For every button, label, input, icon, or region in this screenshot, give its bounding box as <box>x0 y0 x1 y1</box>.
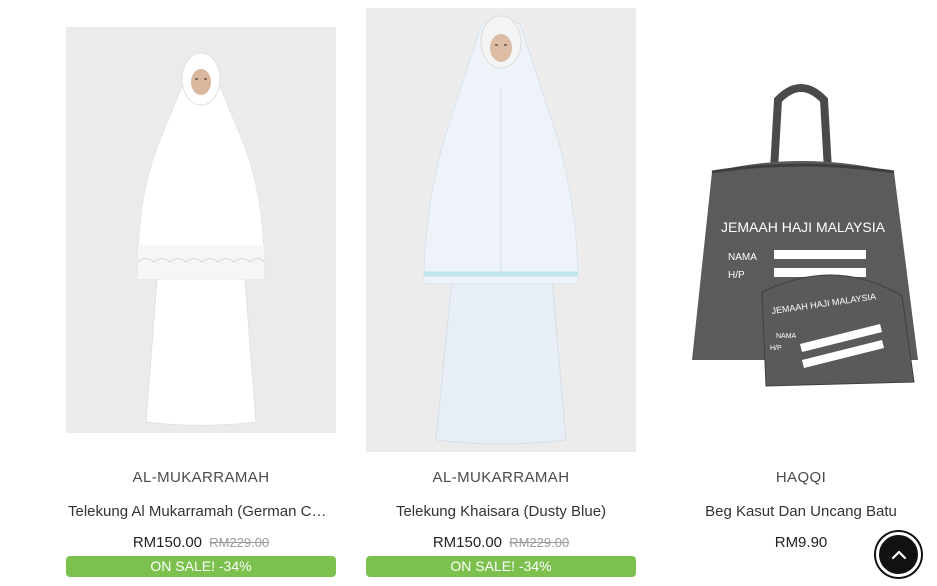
sale-badge: ON SALE! -34% <box>66 556 336 577</box>
product-price: RM9.90 <box>774 534 828 551</box>
price-row: RM150.00 RM229.00 <box>66 534 336 551</box>
bag-hp-label: H/P <box>728 270 745 281</box>
product-price: RM150.00 <box>432 534 503 551</box>
bag-print-text: JEMAAH HAJI MALAYSIA <box>721 219 886 235</box>
product-image-3[interactable]: JEMAAH HAJI MALAYSIA NAMA H/P JEMAAH HAJ… <box>666 60 936 410</box>
pouch-nama-label: NAMA <box>776 333 797 340</box>
product-brand[interactable]: HAQQI <box>666 469 936 486</box>
product-brand[interactable]: AL-MUKARRAMAH <box>366 469 636 486</box>
product-price: RM150.00 <box>132 534 203 551</box>
back-to-top-button[interactable] <box>876 532 921 577</box>
product-brand[interactable]: AL-MUKARRAMAH <box>66 469 336 486</box>
pouch-hp-label: H/P <box>770 345 782 352</box>
chevron-up-icon <box>891 550 906 559</box>
product-image-1[interactable] <box>66 27 336 433</box>
product-old-price: RM229.00 <box>509 535 570 550</box>
product-old-price: RM229.00 <box>209 535 270 550</box>
product-title[interactable]: Beg Kasut Dan Uncang Batu <box>666 503 936 520</box>
bag-nama-label: NAMA <box>728 252 757 263</box>
product-image-2[interactable] <box>366 8 636 452</box>
sale-badge: ON SALE! -34% <box>366 556 636 577</box>
price-row: RM150.00 RM229.00 <box>366 534 636 551</box>
product-title[interactable]: Telekung Khaisara (Dusty Blue) <box>366 503 636 520</box>
product-title[interactable]: Telekung Al Mukarramah (German Cot... <box>66 503 336 520</box>
